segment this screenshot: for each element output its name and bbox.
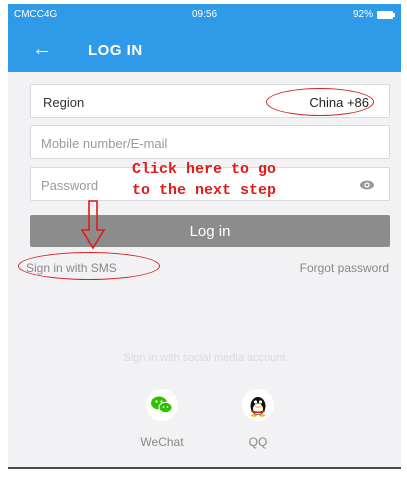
battery-percent: 92% (352, 9, 373, 20)
bottom-divider (8, 467, 401, 469)
region-label: Region (43, 95, 85, 110)
annotation-line-1: Click here to go (131, 161, 277, 178)
clock: 09:56 (192, 9, 218, 20)
phone-screen: CMCC4G 09:56 92% ← LOG IN Region China +… (8, 4, 401, 467)
wechat-icon-holder (146, 389, 178, 421)
region-highlight-circle (266, 88, 374, 116)
wechat-login-button[interactable]: WeChat (132, 389, 192, 449)
wechat-icon (151, 396, 173, 414)
social-login-title: Sign in with social media account (123, 352, 286, 364)
page-title: LOG IN (88, 42, 143, 59)
down-arrow-annotation-icon (80, 200, 106, 250)
forgot-password-link[interactable]: Forgot password (300, 261, 389, 275)
battery-status: 92% (352, 9, 395, 20)
qq-login-button[interactable]: QQ (228, 389, 288, 449)
carrier-label: CMCC4G (14, 9, 58, 20)
qq-icon-holder (242, 389, 274, 421)
mobile-field-container (30, 125, 390, 159)
eye-icon[interactable] (359, 177, 375, 193)
battery-icon (377, 10, 395, 19)
app-bar: ← LOG IN (8, 28, 401, 72)
qq-label: QQ (248, 435, 268, 449)
back-arrow-icon[interactable]: ← (32, 38, 52, 60)
wechat-label: WeChat (140, 435, 184, 449)
annotation-line-2: to the next step (131, 182, 277, 199)
status-bar: CMCC4G 09:56 92% (8, 4, 401, 28)
qq-penguin-icon (250, 397, 266, 417)
sms-highlight-circle (18, 252, 160, 280)
instruction-annotation: Click here to go to the next step (94, 159, 314, 201)
mobile-input[interactable] (41, 132, 361, 154)
